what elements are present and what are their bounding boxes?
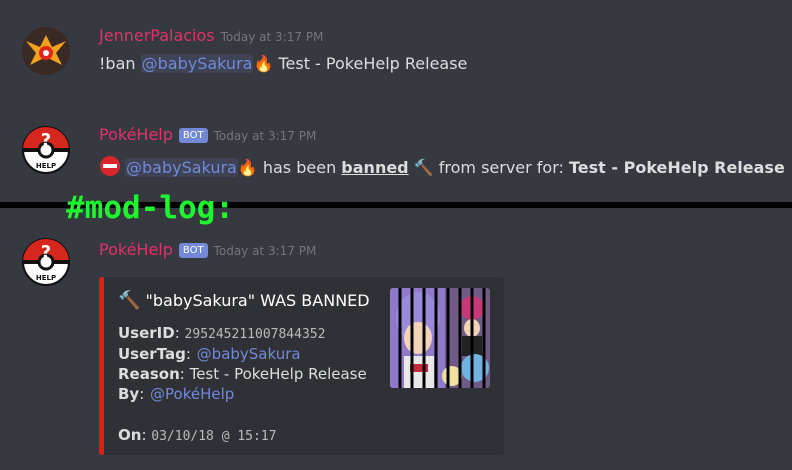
team-valor-avatar-icon[interactable]: [22, 27, 70, 75]
svg-text:HELP: HELP: [36, 162, 56, 170]
bot-mention[interactable]: @PokéHelp: [149, 385, 235, 403]
field-reason: Reason: Test - PokeHelp Release: [118, 365, 367, 383]
bot-tag: BOT: [178, 128, 208, 143]
timestamp: Today at 3:17 PM: [213, 244, 317, 258]
pokehelp-pokeball-avatar-icon[interactable]: ? HELP: [22, 126, 70, 174]
field-usertag: UserTag: @babySakura: [118, 345, 302, 363]
ban-embed: 🔨 "babySakura" WAS BANNED UserID: 295245…: [99, 277, 504, 455]
embed-thumbnail-image[interactable]: [390, 288, 490, 388]
fire-icon: 🔥: [253, 54, 274, 73]
message-content: @babySakura🔥 has been banned 🔨 from serv…: [99, 155, 785, 181]
hammer-icon: 🔨: [413, 158, 434, 177]
channel-label: #mod-log:: [66, 190, 234, 226]
fire-icon: 🔥: [237, 158, 258, 177]
svg-text:?: ?: [41, 242, 51, 263]
no-entry-icon: [99, 155, 121, 181]
embed-title: 🔨 "babySakura" WAS BANNED: [118, 290, 370, 311]
user-mention[interactable]: @babySakura: [125, 158, 238, 177]
user-mention[interactable]: @babySakura: [196, 345, 302, 363]
user-mention[interactable]: @babySakura: [140, 54, 254, 73]
hammer-icon: 🔨: [118, 290, 141, 311]
author-name[interactable]: PokéHelp: [99, 125, 173, 144]
banned-word: banned: [341, 158, 409, 177]
author-name[interactable]: JennerPalacios: [99, 26, 215, 45]
svg-text:?: ?: [41, 130, 51, 151]
author-name[interactable]: PokéHelp: [99, 240, 173, 259]
bot-tag: BOT: [178, 243, 208, 258]
ban-reason: Test - PokeHelp Release: [569, 158, 785, 177]
field-on: On: 03/10/18 @ 15:17: [118, 426, 277, 444]
svg-text:HELP: HELP: [36, 274, 56, 282]
timestamp: Today at 3:17 PM: [213, 129, 317, 143]
pokehelp-pokeball-avatar-icon[interactable]: ? HELP: [22, 238, 70, 286]
field-userid: UserID: 295245211007844352: [118, 324, 326, 342]
field-by: By: @PokéHelp: [118, 385, 235, 403]
timestamp: Today at 3:17 PM: [220, 30, 324, 44]
message-content: !ban @babySakura🔥 Test - PokeHelp Releas…: [99, 54, 468, 73]
